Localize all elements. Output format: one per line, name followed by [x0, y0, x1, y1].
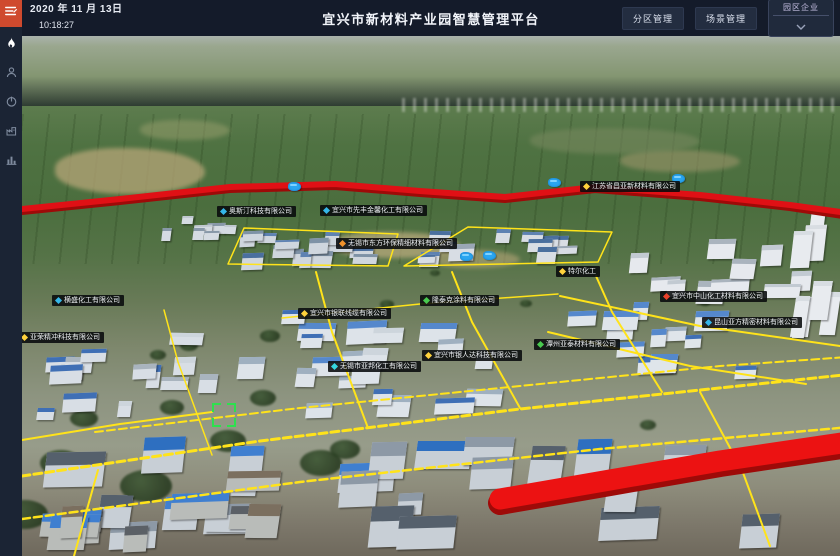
- company-marker-icon: [22, 334, 28, 341]
- company-label[interactable]: 宜兴市银人达科技有限公司: [422, 350, 522, 361]
- company-label[interactable]: 宜兴市银联线缆有限公司: [298, 308, 391, 319]
- company-marker-icon: [220, 208, 227, 215]
- sidebar-item-fire[interactable]: [3, 35, 19, 51]
- blue-model-marker[interactable]: [548, 178, 561, 187]
- company-label-text: 亚荣精冲科技有限公司: [30, 332, 100, 343]
- scene-manage-button[interactable]: 场景管理: [695, 7, 757, 30]
- dropdown-label: 园区企业: [783, 2, 819, 15]
- company-marker-icon: [583, 183, 590, 190]
- company-label[interactable]: 潭州亚泰材料有限公司: [534, 339, 620, 350]
- sidebar-item-power[interactable]: [3, 93, 19, 109]
- company-label-text: 奥斯汀科技有限公司: [229, 206, 292, 217]
- top-header: 2020 年 11 月 13日 10:18:27 宜兴市新材料产业园智慧管理平台…: [22, 0, 840, 36]
- company-label-text: 宜兴市中山化工材料有限公司: [672, 291, 763, 302]
- road-line: [74, 470, 98, 556]
- company-marker-icon: [339, 240, 346, 247]
- company-label-text: 宜兴市银人达科技有限公司: [434, 350, 518, 361]
- menu-edit-icon: [4, 4, 18, 23]
- bracket-corner: [227, 403, 236, 412]
- company-marker-icon: [301, 310, 308, 317]
- sidebar: [0, 0, 22, 556]
- blue-model-marker[interactable]: [460, 252, 473, 261]
- road-line: [22, 412, 212, 440]
- company-label-text: 无锡市亚邦化工有限公司: [340, 361, 417, 372]
- company-label[interactable]: 宜兴市先丰金馨化工有限公司: [320, 205, 427, 216]
- road-line: [95, 356, 840, 432]
- company-label-text: 特尔化工: [568, 266, 596, 277]
- company-label-text: 江苏省昌亚新材料有限公司: [592, 181, 676, 192]
- blue-model-marker[interactable]: [288, 182, 301, 191]
- header-actions: 分区管理 场景管理 园区企业: [622, 0, 834, 36]
- date-label: 2020 年 11 月 13日: [30, 3, 123, 17]
- company-label-text: 横盛化工有限公司: [64, 295, 120, 306]
- bar-chart-icon: [5, 153, 18, 166]
- company-marker-icon: [425, 352, 432, 359]
- app-window: 2020 年 11 月 13日 10:18:27 宜兴市新材料产业园智慧管理平台…: [0, 0, 840, 556]
- company-label-text: 隆泰克涂料有限公司: [432, 295, 495, 306]
- company-label[interactable]: 宜兴市中山化工材料有限公司: [660, 291, 767, 302]
- company-label-text: 潭州亚泰材料有限公司: [546, 339, 616, 350]
- time-label: 10:18:27: [39, 19, 123, 31]
- company-label[interactable]: 横盛化工有限公司: [52, 295, 124, 306]
- person-icon: [5, 66, 18, 79]
- company-label[interactable]: 无锡市东方环保精细材料有限公司: [336, 238, 457, 249]
- park-enterprise-dropdown[interactable]: 园区企业: [768, 0, 834, 37]
- company-marker-icon: [423, 297, 430, 304]
- company-label-text: 宜兴市银联线缆有限公司: [310, 308, 387, 319]
- company-marker-icon: [537, 341, 544, 348]
- company-marker-icon: [559, 268, 566, 275]
- company-label[interactable]: 隆泰克涂料有限公司: [420, 295, 499, 306]
- company-label[interactable]: 昆山亚方精密材料有限公司: [702, 317, 802, 328]
- bracket-corner: [227, 418, 236, 427]
- company-marker-icon: [705, 319, 712, 326]
- company-marker-icon: [323, 207, 330, 214]
- blue-model-marker[interactable]: [483, 251, 496, 260]
- sidebar-item-factory[interactable]: [3, 122, 19, 138]
- datetime-block: 2020 年 11 月 13日 10:18:27: [30, 3, 123, 31]
- zone-manage-button[interactable]: 分区管理: [622, 7, 684, 30]
- red-ribbon: [500, 440, 840, 499]
- bracket-corner: [212, 418, 221, 427]
- sidebar-item-person[interactable]: [3, 64, 19, 80]
- factory-icon: [5, 124, 18, 137]
- company-label[interactable]: 亚荣精冲科技有限公司: [22, 332, 104, 343]
- company-marker-icon: [55, 297, 62, 304]
- sidebar-item-statistics[interactable]: [3, 151, 19, 167]
- dropdown-divider: [773, 15, 829, 16]
- chevron-down-icon: [796, 17, 806, 35]
- company-label[interactable]: 江苏省昌亚新材料有限公司: [580, 181, 680, 192]
- road-line: [164, 310, 212, 455]
- power-icon: [5, 95, 18, 108]
- bracket-corner: [212, 403, 221, 412]
- company-label[interactable]: 无锡市亚邦化工有限公司: [328, 361, 421, 372]
- company-marker-icon: [331, 363, 338, 370]
- company-marker-icon: [663, 293, 670, 300]
- road-line: [596, 276, 662, 392]
- menu-button[interactable]: [0, 0, 22, 27]
- flame-icon: [5, 36, 18, 50]
- company-label-text: 无锡市东方环保精细材料有限公司: [348, 238, 453, 249]
- company-label-text: 昆山亚方精密材料有限公司: [714, 317, 798, 328]
- company-label-text: 宜兴市先丰金馨化工有限公司: [332, 205, 423, 216]
- company-label[interactable]: 奥斯汀科技有限公司: [217, 206, 296, 217]
- map-viewport[interactable]: 奥斯汀科技有限公司 宜兴市先丰金馨化工有限公司无锡市东方环保精细材料有限公司 江苏省…: [22, 36, 840, 556]
- company-label[interactable]: 特尔化工: [556, 266, 600, 277]
- selection-brackets: [212, 403, 236, 427]
- road-line: [452, 272, 520, 408]
